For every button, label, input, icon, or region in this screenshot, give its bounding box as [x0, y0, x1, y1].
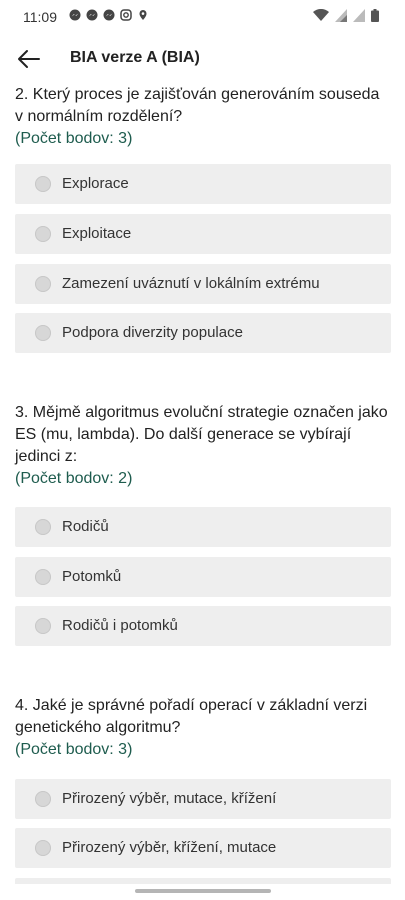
radio-button[interactable] — [35, 176, 51, 192]
option-label: Přirozený výběr, mutace, křížení — [62, 790, 277, 807]
option-label: Potomků — [62, 568, 122, 585]
question-text: 3. Mějmě algoritmus evoluční strategie o… — [15, 404, 388, 465]
status-bar: 11:09 — [0, 0, 405, 34]
question-points: (Počet bodov: 3) — [15, 130, 133, 147]
question-points: (Počet bodov: 2) — [15, 470, 133, 487]
question: 2. Který proces je zajišťován generování… — [15, 84, 390, 150]
radio-button[interactable] — [35, 325, 51, 341]
notification-icons — [69, 9, 149, 21]
radio-button[interactable] — [35, 791, 51, 807]
system-icons — [313, 9, 379, 22]
answer-option[interactable]: Rodičů — [15, 507, 391, 547]
app-bar: BIA verze A (BIA) — [0, 34, 405, 84]
option-label: Podpora diverzity populace — [62, 324, 243, 341]
messenger-icon — [103, 9, 115, 21]
answer-option[interactable]: Přirozený výběr, mutace, křížení — [15, 779, 391, 819]
messenger-icon — [69, 9, 81, 21]
option-label: Přirozený výběr, křížení, mutace — [62, 839, 277, 856]
messenger-icon — [86, 9, 98, 21]
arrow-left-icon — [18, 50, 40, 68]
question: 4. Jaké je správné pořadí operací v zákl… — [15, 695, 390, 761]
option-label: Rodičů i potomků — [62, 617, 178, 634]
location-icon — [137, 9, 149, 21]
radio-button[interactable] — [35, 519, 51, 535]
page-title: BIA verze A (BIA) — [70, 49, 200, 66]
radio-button[interactable] — [35, 226, 51, 242]
question-points: (Počet bodov: 3) — [15, 741, 133, 758]
question-text: 2. Který proces je zajišťován generování… — [15, 86, 380, 125]
quiz-content[interactable]: 2. Který proces je zajišťován generování… — [0, 84, 405, 884]
option-label: Exploitace — [62, 225, 132, 242]
signal-icon — [335, 9, 347, 22]
answer-option[interactable]: Rodičů i potomků — [15, 606, 391, 646]
back-button[interactable] — [14, 44, 44, 74]
answer-option[interactable]: Zamezení uváznutí v lokálním extrému — [15, 264, 391, 304]
radio-button[interactable] — [35, 618, 51, 634]
radio-button[interactable] — [35, 569, 51, 585]
answer-option[interactable]: Exploitace — [15, 214, 391, 254]
answer-option[interactable]: Podpora diverzity populace — [15, 313, 391, 353]
instagram-icon — [120, 9, 132, 21]
battery-icon — [371, 9, 379, 22]
answer-option[interactable] — [15, 878, 391, 884]
answer-option[interactable]: Přirozený výběr, křížení, mutace — [15, 828, 391, 868]
option-label: Rodičů — [62, 518, 109, 535]
answer-option[interactable]: Potomků — [15, 557, 391, 597]
radio-button[interactable] — [35, 276, 51, 292]
signal-icon — [353, 9, 365, 22]
question-text: 4. Jaké je správné pořadí operací v zákl… — [15, 697, 368, 736]
question: 3. Mějmě algoritmus evoluční strategie o… — [15, 402, 390, 490]
radio-button[interactable] — [35, 840, 51, 856]
option-label: Explorace — [62, 175, 129, 192]
answer-option[interactable]: Explorace — [15, 164, 391, 204]
status-time: 11:09 — [23, 9, 57, 25]
wifi-icon — [313, 9, 329, 21]
option-label: Zamezení uváznutí v lokálním extrému — [62, 275, 320, 292]
gesture-bar[interactable] — [135, 889, 271, 893]
